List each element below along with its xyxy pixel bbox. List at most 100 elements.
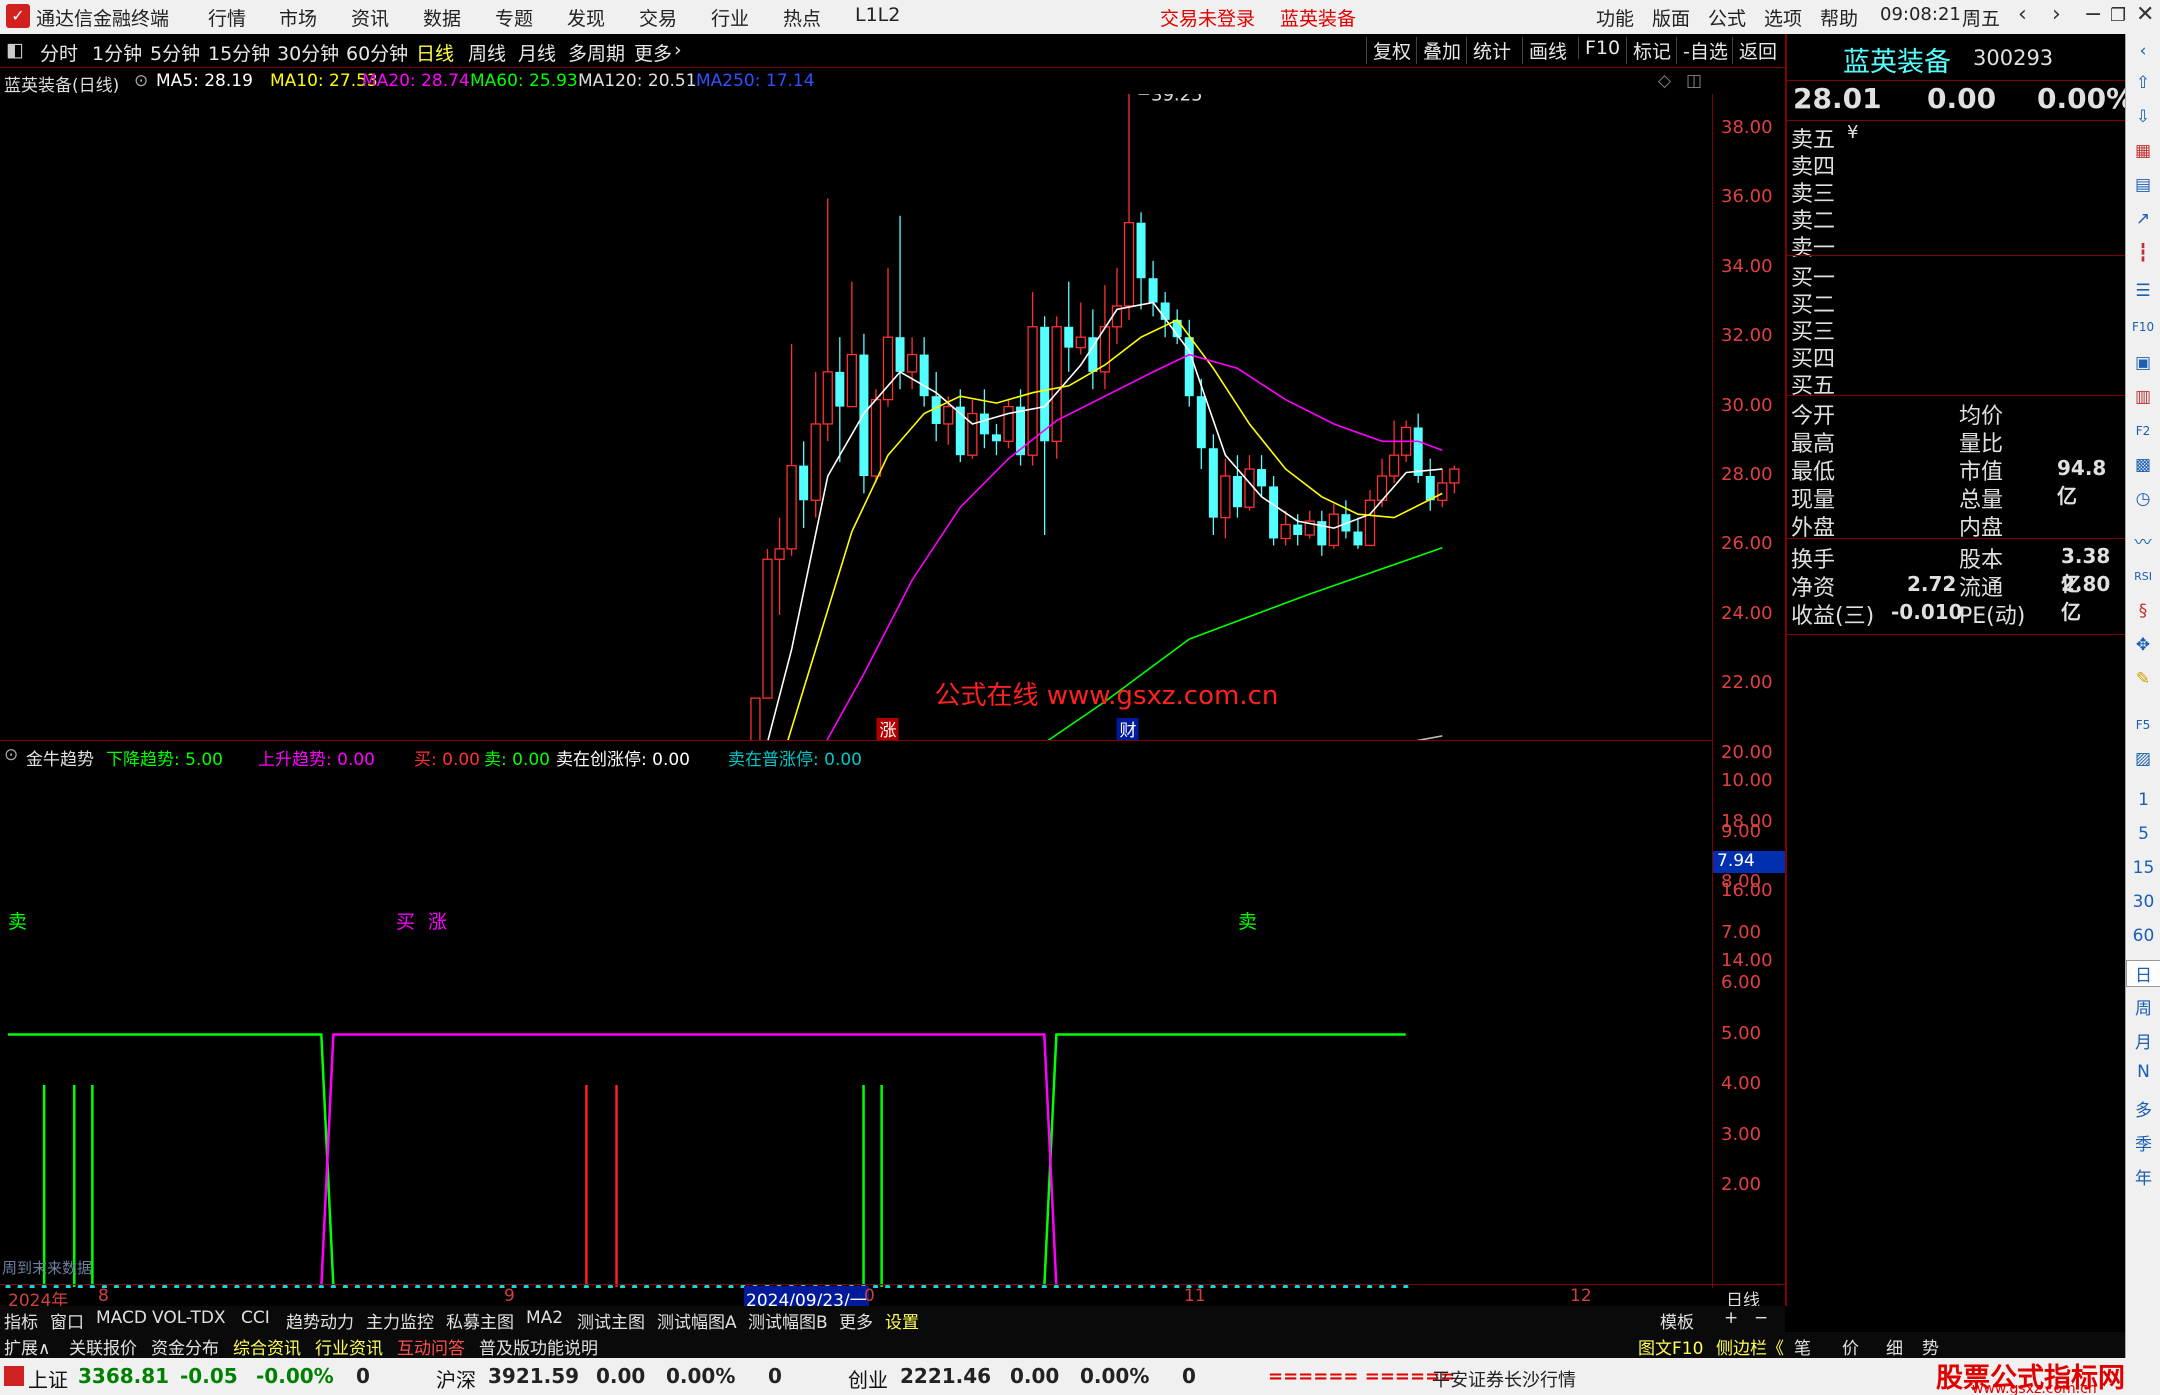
menu-item-bangzhu[interactable]: 帮助 bbox=[1820, 4, 1858, 31]
indicator-title[interactable]: 金牛趋势 bbox=[26, 745, 94, 770]
side-period-6[interactable]: 周 bbox=[2126, 994, 2160, 1019]
kline-icon[interactable]: ┇ bbox=[2132, 242, 2154, 264]
window-icon[interactable]: ◫ bbox=[1686, 71, 1702, 91]
side-period-0[interactable]: 1 bbox=[2126, 790, 2160, 810]
pencil-icon[interactable]: ✎ bbox=[2132, 668, 2154, 690]
period-weekly[interactable]: 周线 bbox=[468, 39, 506, 66]
line-chart-icon[interactable]: ↗ bbox=[2132, 208, 2154, 230]
indicator-tab-8[interactable]: MA2 bbox=[526, 1308, 563, 1328]
close-icon[interactable]: ✕ bbox=[2136, 2, 2154, 27]
sh-name[interactable]: 上证 bbox=[28, 1364, 68, 1393]
broker-name[interactable]: 平安证券长沙行情 bbox=[1432, 1366, 1576, 1392]
table-icon[interactable]: ▤ bbox=[2132, 174, 2154, 196]
f2-icon[interactable]: F2 bbox=[2132, 420, 2154, 442]
minimize-icon[interactable]: − bbox=[2084, 2, 2102, 27]
toolbar-fuquan[interactable]: 复权 bbox=[1366, 37, 1417, 64]
menu-item-zixun[interactable]: 资讯 bbox=[351, 4, 389, 31]
period-monthly[interactable]: 月线 bbox=[518, 39, 556, 66]
side-period-9[interactable]: 多 bbox=[2126, 1096, 2160, 1121]
menu-item-zhuanti[interactable]: 专题 bbox=[495, 4, 533, 31]
menu-item-xuanxiang[interactable]: 选项 bbox=[1764, 4, 1802, 31]
indicator-chart[interactable]: 卖 买涨 卖周到末来数据 bbox=[0, 768, 1712, 1288]
template-tab-1[interactable]: + bbox=[1724, 1308, 1738, 1328]
f5-icon[interactable]: F5 bbox=[2132, 714, 2154, 736]
period-30min[interactable]: 30分钟 bbox=[277, 39, 339, 66]
grid-icon[interactable]: ▩ bbox=[2132, 454, 2154, 476]
side-period-5[interactable]: 日 bbox=[2126, 960, 2160, 987]
indicator-tab-1[interactable]: 窗口 bbox=[50, 1308, 84, 1333]
period-60min[interactable]: 60分钟 bbox=[346, 39, 408, 66]
indicator-tab-12[interactable]: 更多 bbox=[839, 1308, 873, 1333]
period-5min[interactable]: 5分钟 bbox=[150, 39, 200, 66]
period-15min[interactable]: 15分钟 bbox=[208, 39, 270, 66]
period-multi[interactable]: 多周期 bbox=[568, 39, 625, 66]
menu-item-shichang[interactable]: 市场 bbox=[279, 4, 317, 31]
indicator-tab-0[interactable]: 指标 bbox=[4, 1308, 38, 1333]
indicator-menu-icon[interactable]: ⊙ bbox=[4, 745, 18, 765]
period-fenshi[interactable]: 分时 bbox=[40, 39, 78, 66]
side-period-11[interactable]: 年 bbox=[2126, 1164, 2160, 1189]
extension-tab-3[interactable]: 综合资讯 bbox=[233, 1334, 301, 1359]
toolbar-zixuan[interactable]: -自选 bbox=[1676, 37, 1734, 64]
side-tab-0[interactable]: 图文F10 bbox=[1638, 1334, 1703, 1359]
template-tab-2[interactable]: − bbox=[1754, 1308, 1768, 1328]
side-period-10[interactable]: 季 bbox=[2126, 1130, 2160, 1155]
period-daily[interactable]: 日线 bbox=[416, 39, 454, 66]
toolbar-diejia[interactable]: 叠加 bbox=[1416, 37, 1467, 64]
template-tab-0[interactable]: 模板 bbox=[1660, 1308, 1694, 1333]
side-period-2[interactable]: 15 bbox=[2126, 858, 2160, 878]
list-icon[interactable]: ☰ bbox=[2132, 280, 2154, 302]
clock-icon[interactable]: ◷ bbox=[2132, 488, 2154, 510]
side-period-8[interactable]: N bbox=[2126, 1062, 2160, 1082]
side-period-1[interactable]: 5 bbox=[2126, 824, 2160, 844]
forward-icon[interactable]: › bbox=[2052, 2, 2061, 27]
indicator-tab-6[interactable]: 主力监控 bbox=[366, 1308, 434, 1333]
indicator-tab-3[interactable]: VOL-TDX bbox=[152, 1308, 226, 1328]
restore-icon[interactable]: ❐ bbox=[2110, 5, 2126, 26]
side-period-3[interactable]: 30 bbox=[2126, 892, 2160, 912]
move-icon[interactable]: ✥ bbox=[2132, 634, 2154, 656]
chevron-left-icon[interactable]: ‹ bbox=[2132, 40, 2154, 62]
extension-tab-2[interactable]: 资金分布 bbox=[151, 1334, 219, 1359]
rsi-icon[interactable]: RSI bbox=[2132, 566, 2154, 588]
indicator-tab-4[interactable]: CCI bbox=[241, 1308, 270, 1328]
cy-name[interactable]: 创业 bbox=[848, 1364, 888, 1393]
wave-icon[interactable]: 〰 bbox=[2132, 532, 2154, 554]
indicator-tab-7[interactable]: 私募主图 bbox=[446, 1308, 514, 1333]
menu-item-jiaoyi[interactable]: 交易 bbox=[639, 4, 677, 31]
trade-status[interactable]: 交易未登录 bbox=[1160, 4, 1255, 31]
side-tab-1[interactable]: 侧边栏《 bbox=[1716, 1334, 1784, 1359]
note-icon[interactable]: ▥ bbox=[2132, 386, 2154, 408]
image-icon[interactable]: ▨ bbox=[2132, 748, 2154, 770]
back-icon[interactable]: ‹ bbox=[2018, 2, 2027, 27]
extension-tab-4[interactable]: 行业资讯 bbox=[315, 1334, 383, 1359]
menu-item-faxian[interactable]: 发现 bbox=[567, 4, 605, 31]
extension-tab-6[interactable]: 普及版功能说明 bbox=[479, 1334, 598, 1359]
toolbar-fanhui[interactable]: 返回 bbox=[1732, 37, 1783, 64]
indicator-tab-5[interactable]: 趋势动力 bbox=[286, 1308, 354, 1333]
indicator-tab-13[interactable]: 设置 bbox=[885, 1308, 919, 1333]
side-tab-2[interactable]: 笔 bbox=[1794, 1334, 1811, 1359]
period-more[interactable]: 更多 bbox=[634, 39, 672, 66]
candlestick-chart[interactable]: 39.25←13.63公式在线 www.gsxz.com.cn涨财 bbox=[0, 94, 1785, 741]
news-icon[interactable]: ▣ bbox=[2132, 352, 2154, 374]
dropdown-icon[interactable]: ⊙ bbox=[134, 71, 148, 91]
extension-tab-1[interactable]: 关联报价 bbox=[69, 1334, 137, 1359]
chevron-right-icon[interactable]: › bbox=[674, 39, 682, 61]
toolbar-tongji[interactable]: 统计 bbox=[1466, 37, 1517, 64]
menu-item-gongshi[interactable]: 公式 bbox=[1708, 4, 1746, 31]
indicator-tab-11[interactable]: 测试幅图B bbox=[748, 1308, 828, 1333]
side-tab-3[interactable]: 价 bbox=[1842, 1334, 1859, 1359]
indicator-tab-10[interactable]: 测试幅图A bbox=[657, 1308, 737, 1333]
menu-item-gongneng[interactable]: 功能 bbox=[1596, 4, 1634, 31]
diamond-icon[interactable]: ◇ bbox=[1658, 71, 1671, 91]
indicator-tab-9[interactable]: 测试主图 bbox=[577, 1308, 645, 1333]
menu-item-banmian[interactable]: 版面 bbox=[1652, 4, 1690, 31]
menu-item-hangye[interactable]: 行业 bbox=[711, 4, 749, 31]
menu-item-l1l2[interactable]: L1L2 bbox=[855, 4, 900, 26]
side-period-4[interactable]: 60 bbox=[2126, 926, 2160, 946]
menu-item-shuju[interactable]: 数据 bbox=[423, 4, 461, 31]
panel-toggle-icon[interactable]: ◧ bbox=[6, 39, 24, 61]
extension-tab-0[interactable]: 扩展∧ bbox=[4, 1334, 50, 1359]
toolbar-huaxian[interactable]: 画线 bbox=[1522, 37, 1573, 64]
